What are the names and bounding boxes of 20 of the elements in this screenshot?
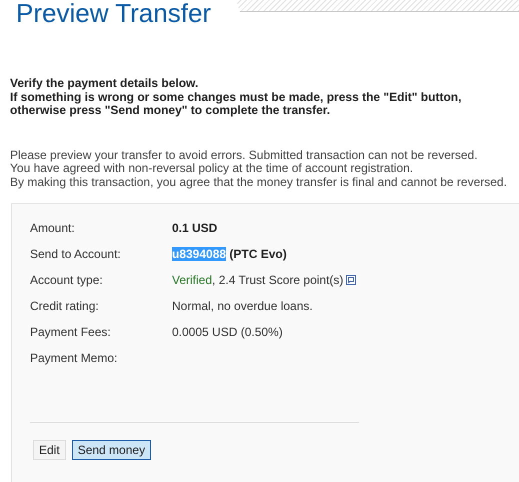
instruction-text: Verify the payment details below. [10,77,200,90]
notice-text: You have agreed with non-reversal policy at the time of account registration. [10,162,414,176]
field-label: Send to Account: [30,247,122,261]
field-value: 0.1 USD [172,221,218,235]
field-label: Amount: [30,221,76,235]
instruction-text: If something is wrong or some changes must be made, press the "Edit" button, otherwise press "Send money" to complete the transfer. [10,90,462,118]
popup-icon[interactable] [346,275,356,285]
edit-button[interactable]: Edit [33,440,66,460]
field-label: Credit rating: [30,299,100,313]
field-label: Payment Fees: [30,325,112,339]
field-value: 0.0005 USD (0.50%) [172,325,283,339]
send-money-button[interactable]: Send money [72,440,152,460]
field-value: u8394088 (PTC Evo) [172,247,287,261]
field-value: Normal, no overdue loans. [172,299,313,313]
notice-text: By making this transaction, you agree that the money transfer is final and cannot be reversed. [10,176,507,189]
field-label: Payment Memo: [30,351,118,365]
notice-text: Please preview your transfer to avoid errors. Submitted transaction can not be reversed. [10,148,478,162]
field-value: Verified, 2.4 Trust Score point(s) [172,273,344,287]
field-label: Account type: [30,273,104,287]
page-title: Preview Transfer [16,0,212,26]
